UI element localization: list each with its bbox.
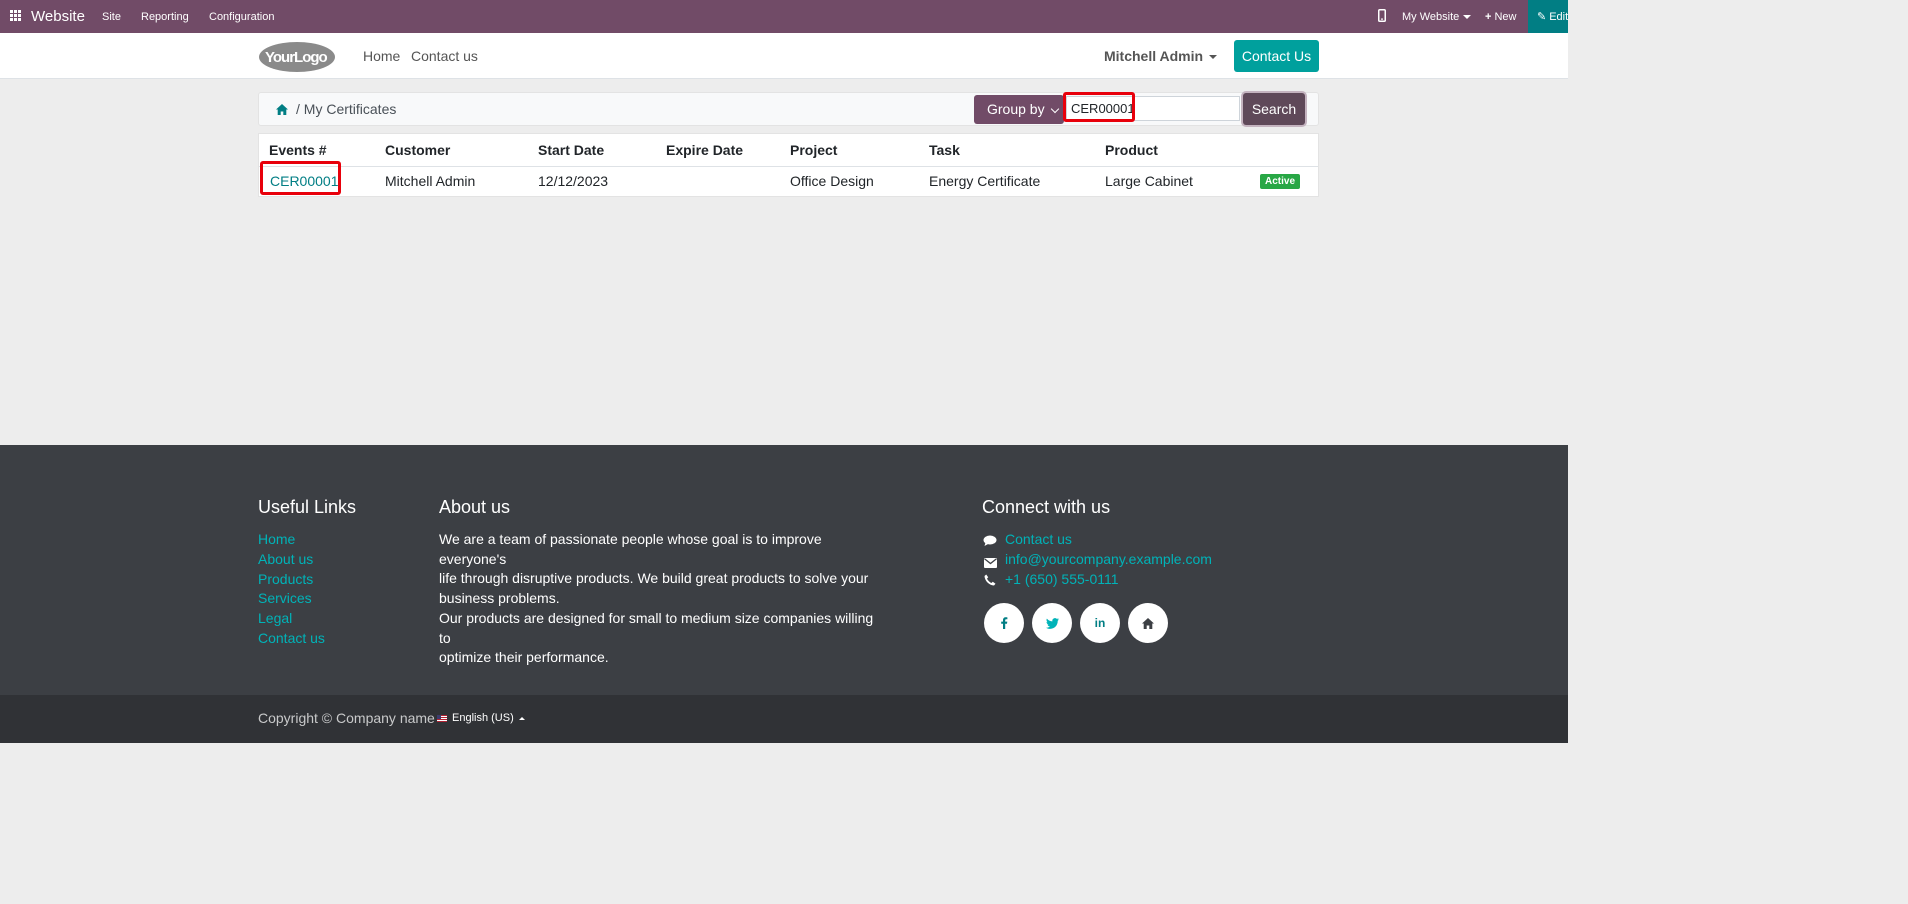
plus-icon: + — [1485, 11, 1492, 23]
connect-title: Connect with us — [982, 497, 1111, 517]
linkedin-icon[interactable]: in — [1080, 603, 1120, 643]
cell-customer: Mitchell Admin — [385, 173, 476, 189]
cell-start-date: 12/12/2023 — [538, 173, 609, 189]
highlight-box — [260, 161, 341, 195]
envelope-icon — [984, 555, 997, 573]
edit-button[interactable]: ✎ Edit — [1528, 0, 1568, 33]
us-flag-icon — [437, 714, 447, 722]
footer-contact-link[interactable]: Contact us — [1005, 531, 1072, 547]
company-logo[interactable]: YourLogo — [258, 41, 338, 73]
home-icon[interactable] — [276, 102, 288, 120]
footer-link-contact-us[interactable]: Contact us — [258, 630, 325, 646]
column-header-start-date[interactable]: Start Date — [538, 142, 604, 158]
search-button[interactable]: Search — [1243, 93, 1305, 125]
footer-email-link[interactable]: info@yourcompany.example.com — [1005, 551, 1212, 567]
footer-phone-link[interactable]: +1 (650) 555-0111 — [1005, 571, 1119, 587]
column-header-product[interactable]: Product — [1105, 142, 1158, 158]
footer-link-products[interactable]: Products — [258, 571, 313, 587]
useful-links-title: Useful Links — [258, 497, 357, 517]
status-badge: Active — [1260, 174, 1301, 189]
cell-project: Office Design — [790, 173, 874, 189]
copyright-text: Copyright © Company name — [258, 710, 435, 726]
facebook-icon[interactable] — [984, 603, 1024, 643]
footer-link-about-us[interactable]: About us — [258, 551, 313, 567]
column-header-customer[interactable]: Customer — [385, 142, 450, 158]
apps-menu-icon[interactable] — [10, 10, 21, 21]
chevron-down-icon — [1209, 55, 1218, 60]
site-header: YourLogo Home Contact us Mitchell Admin … — [0, 33, 1568, 79]
website-selector[interactable]: My Website — [1402, 11, 1472, 23]
user-menu[interactable]: Mitchell Admin — [1104, 48, 1218, 64]
home-icon[interactable] — [1128, 603, 1168, 643]
nav-contact-us[interactable]: Contact us — [411, 48, 478, 64]
column-header-expire-date[interactable]: Expire Date — [666, 142, 743, 158]
about-paragraph-1: We are a team of passionate people whose… — [439, 531, 869, 607]
column-header-task[interactable]: Task — [929, 142, 960, 158]
about-title: About us — [439, 497, 511, 517]
mobile-preview-icon[interactable] — [1378, 9, 1386, 25]
menu-configuration[interactable]: Configuration — [209, 11, 274, 23]
group-by-dropdown[interactable]: Group by — [974, 95, 1064, 124]
phone-icon — [984, 573, 996, 591]
comment-icon — [983, 534, 997, 552]
footer-link-home[interactable]: Home — [258, 531, 295, 547]
cell-task: Energy Certificate — [929, 173, 1041, 189]
app-brand[interactable]: Website — [31, 8, 85, 25]
footer-link-legal[interactable]: Legal — [258, 610, 292, 626]
column-header-events[interactable]: Events # — [269, 142, 327, 158]
column-header-project[interactable]: Project — [790, 142, 837, 158]
nav-home[interactable]: Home — [363, 48, 400, 64]
caret-up-icon — [518, 716, 525, 720]
copyright-bar — [0, 695, 1568, 743]
menu-reporting[interactable]: Reporting — [141, 11, 189, 23]
cell-product: Large Cabinet — [1105, 173, 1193, 189]
menu-site[interactable]: Site — [102, 11, 121, 23]
admin-bar: Website Site Reporting Configuration My … — [0, 0, 1568, 33]
about-paragraph-2: Our products are designed for small to m… — [439, 610, 874, 666]
svg-text:YourLogo: YourLogo — [265, 49, 328, 66]
chevron-down-icon — [1050, 104, 1060, 114]
breadcrumb: / My Certificates — [296, 101, 397, 117]
twitter-icon[interactable] — [1032, 603, 1072, 643]
language-selector[interactable]: English (US) — [437, 712, 525, 724]
header-divider — [259, 166, 1318, 167]
contact-us-button[interactable]: Contact Us — [1234, 40, 1319, 72]
new-button[interactable]: + New — [1485, 11, 1516, 23]
highlight-box — [1063, 92, 1135, 122]
pencil-icon: ✎ — [1537, 11, 1547, 23]
footer-link-services[interactable]: Services — [258, 590, 312, 606]
